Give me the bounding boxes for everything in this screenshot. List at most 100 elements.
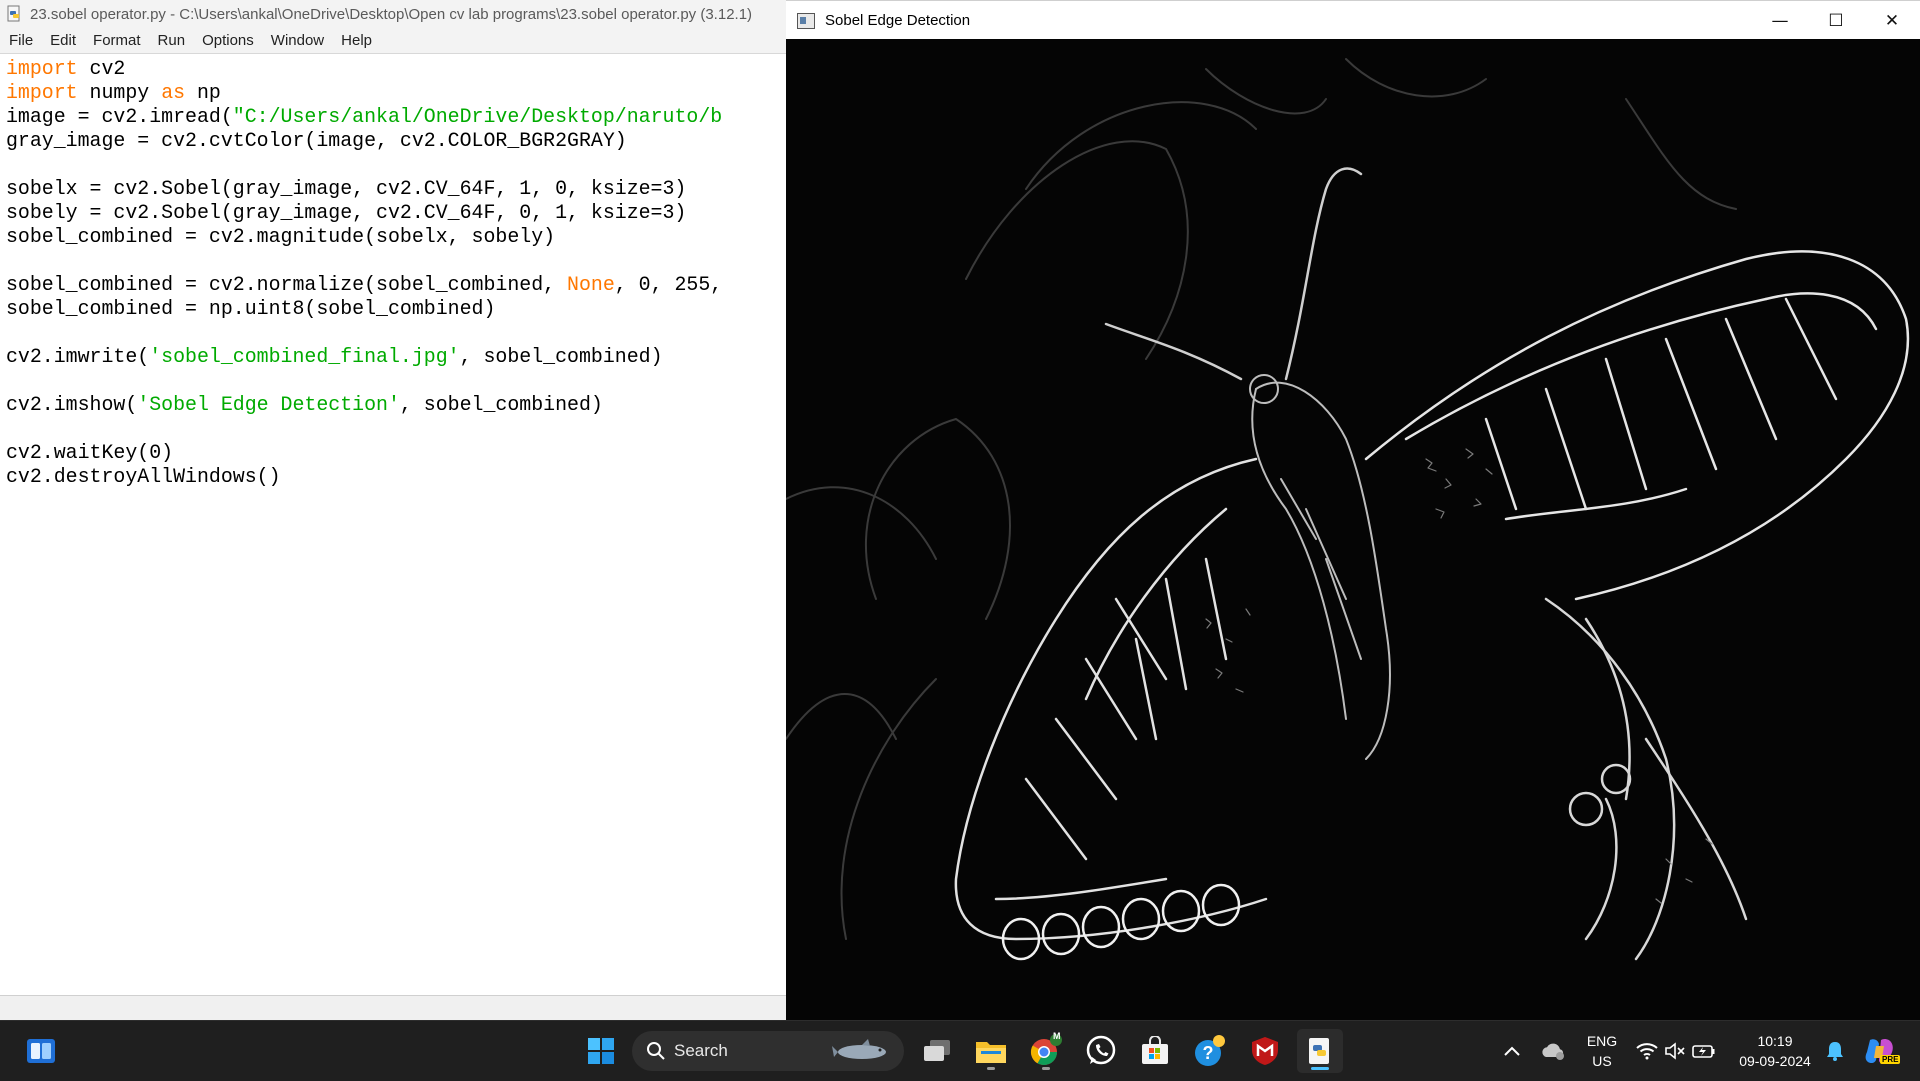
taskbar-search-box[interactable]: Search <box>632 1031 904 1071</box>
code-text: sobel_combined = np.uint8(sobel_combined… <box>6 297 496 320</box>
idle-title-bar[interactable]: 23.sobel operator.py - C:\Users\ankal\On… <box>0 0 786 28</box>
menu-edit[interactable]: Edit <box>41 32 84 49</box>
windows-taskbar: Search M ? ENG US 10:19 09-09-2024 PRE <box>0 1020 1920 1081</box>
code-text: gray_image = cv2.cvtColor(image, cv2.COL… <box>6 129 627 152</box>
notification-bell-icon <box>1827 1042 1843 1061</box>
code-text: cv2.destroyAllWindows() <box>6 465 281 488</box>
running-indicator <box>987 1067 995 1070</box>
code-keyword: import <box>6 57 78 80</box>
window-app-icon <box>797 12 815 29</box>
code-text: numpy <box>77 81 162 104</box>
minimize-button[interactable]: — <box>1752 1 1808 40</box>
copilot-button[interactable]: PRE <box>1860 1029 1901 1073</box>
volume-muted-icon <box>1665 1042 1685 1060</box>
menu-file[interactable]: File <box>0 32 41 49</box>
search-label: Search <box>674 1041 728 1060</box>
file-explorer-icon <box>976 1042 1006 1063</box>
python-idle-icon <box>1309 1038 1329 1064</box>
idle-menu-bar: File Edit Format Run Options Window Help <box>0 28 786 54</box>
windows-start-icon <box>588 1038 614 1064</box>
code-line: ​ <box>6 321 786 345</box>
task-view-button[interactable] <box>914 1029 960 1073</box>
code-line: sobel_combined = np.uint8(sobel_combined… <box>6 297 786 321</box>
menu-window[interactable]: Window <box>262 32 332 49</box>
running-indicator <box>1042 1067 1050 1070</box>
menu-options[interactable]: Options <box>193 32 262 49</box>
opencv-window-title: Sobel Edge Detection <box>825 12 971 29</box>
chrome-button[interactable]: M <box>1023 1029 1069 1073</box>
search-icon <box>647 1042 665 1060</box>
copilot-preview-badge: PRE <box>1880 1055 1901 1064</box>
menu-run[interactable]: Run <box>149 32 194 49</box>
start-button[interactable] <box>578 1029 624 1073</box>
code-line: import cv2 <box>6 57 786 81</box>
microsoft-store-icon <box>1142 1036 1168 1064</box>
opencv-title-bar[interactable]: Sobel Edge Detection — ☐ ✕ <box>786 0 1920 40</box>
code-line: cv2.imwrite('sobel_combined_final.jpg', … <box>6 345 786 369</box>
clock-time: 10:19 <box>1757 1033 1793 1049</box>
volume-status[interactable] <box>1662 1029 1688 1073</box>
input-language-indicator[interactable]: ENG US <box>1572 1031 1632 1073</box>
python-idle-button[interactable] <box>1297 1029 1343 1073</box>
show-hidden-icons-chevron <box>1504 1046 1520 1056</box>
code-text: sobely = cv2.Sobel(gray_image, cv2.CV_64… <box>6 201 687 224</box>
idle-window-title: 23.sobel operator.py - C:\Users\ankal\On… <box>30 5 753 23</box>
idle-editor-window: 23.sobel operator.py - C:\Users\ankal\On… <box>0 0 787 1020</box>
clock[interactable]: 10:19 09-09-2024 <box>1730 1031 1820 1073</box>
code-keyword: None <box>567 273 615 296</box>
language-code: ENG <box>1586 1033 1618 1049</box>
idle-status-bar <box>0 995 786 1020</box>
code-line: sobel_combined = cv2.normalize(sobel_com… <box>6 273 786 297</box>
get-help-icon: ? <box>1195 1035 1225 1066</box>
notification-center-button[interactable] <box>1822 1029 1848 1073</box>
code-editor-area[interactable]: import cv2 import numpy as np image = cv2.… <box>0 54 786 995</box>
battery-icon <box>1692 1045 1715 1058</box>
region-code: US <box>1592 1053 1612 1069</box>
file-explorer-button[interactable] <box>968 1029 1014 1073</box>
onedrive-button[interactable] <box>1538 1029 1568 1073</box>
widgets-icon <box>27 1039 55 1063</box>
get-help-button[interactable]: ? <box>1187 1029 1233 1073</box>
code-line: image = cv2.imread("C:/Users/ankal/OneDr… <box>6 105 786 129</box>
mcafee-icon <box>1252 1037 1278 1065</box>
code-string: 'Sobel Edge Detection' <box>137 393 400 416</box>
battery-status[interactable] <box>1690 1029 1718 1073</box>
menu-help[interactable]: Help <box>332 32 380 49</box>
active-indicator <box>1311 1067 1329 1070</box>
code-text: cv2.imshow( <box>6 393 138 416</box>
sobel-edge-image <box>786 39 1920 1020</box>
code-line: sobel_combined = cv2.magnitude(sobelx, s… <box>6 225 786 249</box>
code-line: import numpy as np <box>6 81 786 105</box>
menu-format[interactable]: Format <box>84 32 149 49</box>
mcafee-button[interactable] <box>1242 1029 1288 1073</box>
network-status[interactable] <box>1634 1029 1660 1073</box>
code-text: , sobel_combined) <box>399 393 603 416</box>
svg-text:?: ? <box>1203 1043 1214 1063</box>
code-text: cv2.waitKey(0) <box>6 441 174 464</box>
clock-date: 09-09-2024 <box>1739 1053 1811 1069</box>
code-line: ​ <box>6 153 786 177</box>
code-text: cv2 <box>77 57 126 80</box>
code-text: , sobel_combined) <box>459 345 663 368</box>
code-line: sobely = cv2.Sobel(gray_image, cv2.CV_64… <box>6 201 786 225</box>
code-keyword: import <box>6 81 78 104</box>
show-hidden-icons-button[interactable] <box>1498 1029 1526 1073</box>
code-text: sobelx = cv2.Sobel(gray_image, cv2.CV_64… <box>6 177 687 200</box>
code-line: cv2.destroyAllWindows() <box>6 465 786 489</box>
wifi-icon <box>1636 1043 1658 1060</box>
task-view-icon <box>924 1040 950 1061</box>
code-line: sobelx = cv2.Sobel(gray_image, cv2.CV_64… <box>6 177 786 201</box>
code-text: sobel_combined = cv2.magnitude(sobelx, s… <box>6 225 556 248</box>
code-line: ​ <box>6 417 786 441</box>
widgets-button[interactable] <box>18 1029 64 1073</box>
code-line: cv2.imshow('Sobel Edge Detection', sobel… <box>6 393 786 417</box>
maximize-button[interactable]: ☐ <box>1808 1 1864 40</box>
whatsapp-icon <box>1086 1035 1116 1065</box>
code-text: image = cv2.imread( <box>6 105 233 128</box>
opencv-image-window: Sobel Edge Detection — ☐ ✕ <box>786 0 1920 1020</box>
microsoft-store-button[interactable] <box>1132 1029 1178 1073</box>
whatsapp-button[interactable] <box>1078 1029 1124 1073</box>
close-button[interactable]: ✕ <box>1864 1 1920 40</box>
code-text: np <box>185 81 221 104</box>
search-highlight-dolphin-icon <box>832 1039 886 1059</box>
